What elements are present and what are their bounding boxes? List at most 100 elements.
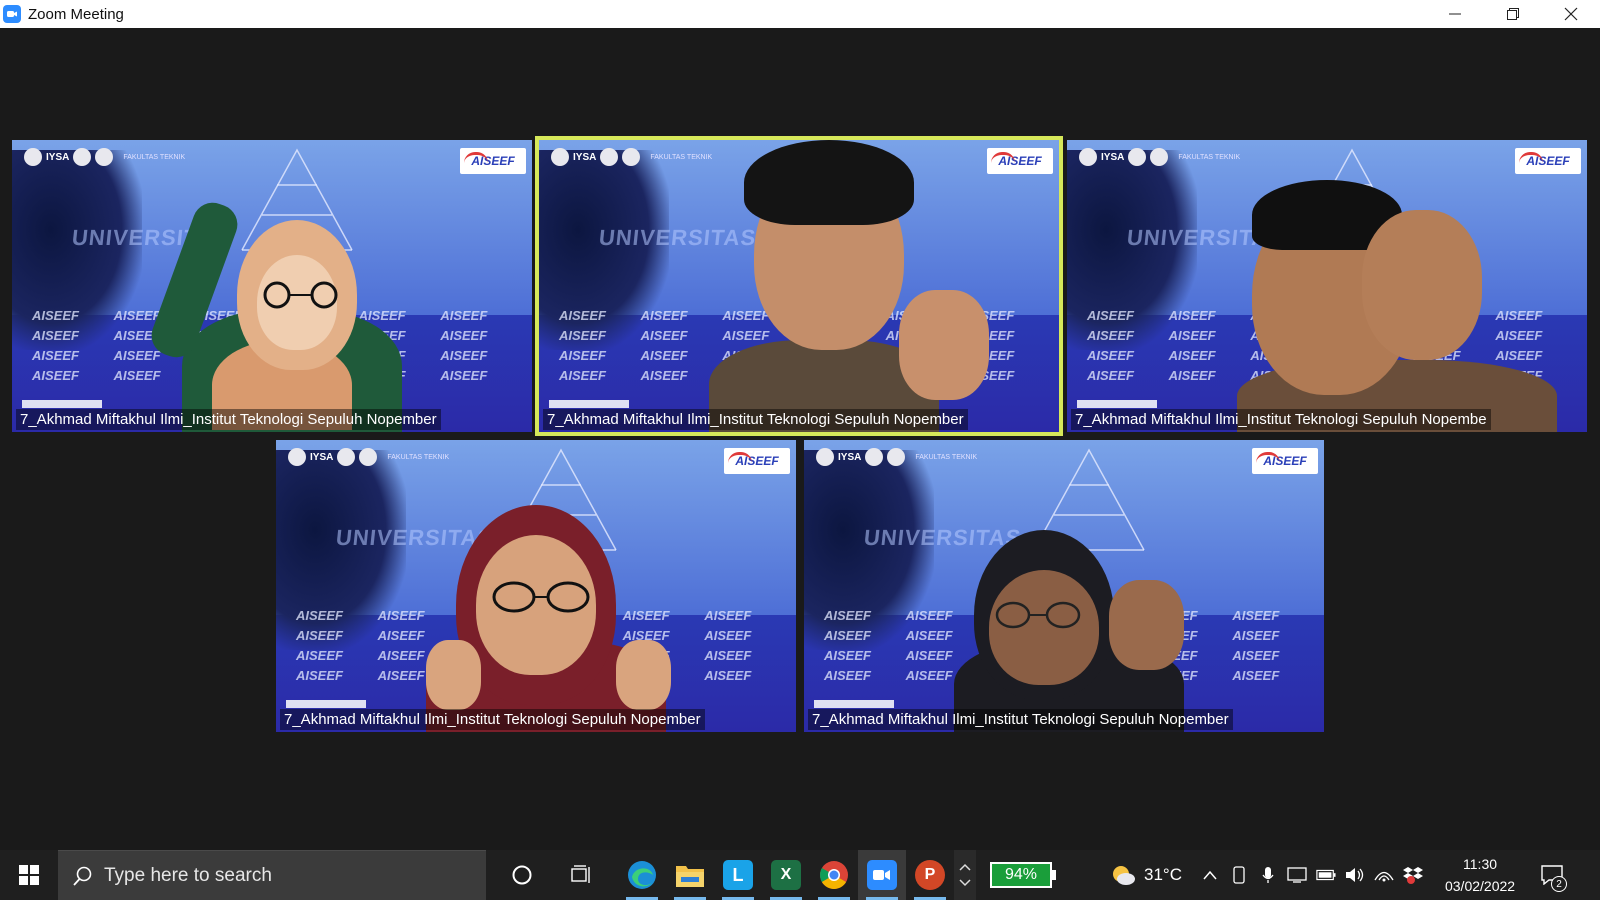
chrome-taskbar-button[interactable]	[810, 850, 858, 900]
battery-percentage-widget[interactable]: 94%	[990, 862, 1056, 888]
notification-center-button[interactable]: 2	[1537, 850, 1568, 900]
show-hidden-icons-button[interactable]	[1200, 865, 1220, 885]
window-controls	[1426, 0, 1600, 28]
university-seal-icon	[1128, 148, 1147, 166]
dropbox-tray-button[interactable]	[1402, 865, 1423, 885]
restore-button[interactable]	[1484, 0, 1542, 28]
iysa-logo-icon	[24, 148, 42, 166]
university-seal-icon	[600, 148, 619, 166]
faculty-seal-icon	[887, 448, 906, 466]
zoom-app-icon	[3, 5, 21, 23]
start-button[interactable]	[0, 850, 58, 900]
device-icon	[1233, 866, 1245, 884]
volume-tray-button[interactable]	[1345, 865, 1365, 885]
taskbar-clock[interactable]: 11:30 03/02/2022	[1445, 853, 1515, 897]
participant-name-label: 7_Akhmad Miftakhul Ilmi_Institut Teknolo…	[1071, 409, 1491, 430]
partly-cloudy-icon	[1113, 866, 1135, 885]
clock-date: 03/02/2022	[1444, 878, 1516, 894]
microphone-icon	[1262, 867, 1274, 883]
restore-icon	[1507, 8, 1519, 20]
chevron-up-icon	[959, 863, 971, 871]
l-app-taskbar-button[interactable]: L	[714, 850, 762, 900]
task-view-icon	[571, 865, 590, 883]
minimize-icon	[1449, 13, 1461, 15]
sponsor-logos: IYSA FAKULTAS TEKNIK	[1079, 148, 1240, 166]
participant-name-label: 7_Akhmad Miftakhul Ilmi_Institut Teknolo…	[543, 409, 968, 430]
task-view-button[interactable]	[558, 850, 606, 900]
excel-icon: X	[771, 860, 801, 890]
l-app-icon: L	[723, 860, 753, 890]
zoom-icon	[867, 860, 897, 890]
powerpoint-taskbar-button[interactable]: P	[906, 850, 954, 900]
active-speaker-video-tile[interactable]: UNIVERSITAS IYSA FAKULTAS TEKNIK AISEEF …	[535, 136, 1063, 436]
participant-name-label: 7_Akhmad Miftakhul Ilmi_Institut Teknolo…	[808, 709, 1233, 730]
participant-name-label: 7_Akhmad Miftakhul Ilmi_Institut Teknolo…	[16, 409, 441, 430]
university-seal-icon	[73, 148, 92, 166]
zoom-taskbar-button[interactable]	[858, 850, 906, 900]
iysa-logo-icon	[1079, 148, 1097, 166]
iysa-logo-icon	[288, 448, 306, 466]
temperature-label: 31°C	[1144, 865, 1182, 884]
chevron-down-icon	[959, 879, 971, 887]
powerpoint-icon: P	[915, 860, 945, 890]
meeting-gallery: UNIVERSITAS IYSA FAKULTAS TEKNIK AISEEF …	[0, 28, 1600, 850]
faculty-seal-icon	[1150, 148, 1169, 166]
file-explorer-icon	[676, 866, 704, 887]
taskbar-scroll[interactable]	[954, 850, 976, 900]
display-icon	[1287, 867, 1307, 883]
excel-taskbar-button[interactable]: X	[762, 850, 810, 900]
notification-count-badge: 2	[1551, 876, 1568, 892]
file-explorer-taskbar-button[interactable]	[666, 850, 714, 900]
cortana-button[interactable]	[498, 850, 546, 900]
chrome-icon	[820, 861, 848, 889]
network-tray-button[interactable]	[1374, 865, 1394, 885]
aiseef-brand-logo: AISEEF	[724, 448, 790, 474]
faculty-seal-icon	[622, 148, 641, 166]
title-bar: Zoom Meeting	[0, 0, 1600, 28]
university-seal-icon	[337, 448, 356, 466]
dropbox-icon	[1402, 867, 1423, 884]
close-button[interactable]	[1542, 0, 1600, 28]
battery-tray-button[interactable]	[1316, 865, 1336, 885]
background-watermark: UNIVERSITAS	[862, 525, 1023, 550]
sponsor-logos: IYSA FAKULTAS TEKNIK	[816, 448, 977, 466]
aiseef-brand-logo: AISEEF	[460, 148, 526, 174]
taskbar-search-box[interactable]	[58, 850, 486, 900]
windows-start-icon	[19, 865, 39, 885]
participant-video-tile[interactable]: UNIVERSITAS IYSA FAKULTAS TEKNIK AISEEF …	[276, 440, 796, 732]
aiseef-brand-logo: AISEEF	[987, 148, 1053, 174]
participant-video-tile[interactable]: UNIVERSITAS IYSA FAKULTAS TEKNIK AISEEF …	[1067, 140, 1587, 432]
cortana-icon	[512, 865, 532, 885]
weather-widget[interactable]: 31°C	[1110, 864, 1182, 886]
aiseef-brand-logo: AISEEF	[1515, 148, 1581, 174]
iysa-logo-icon	[551, 148, 569, 166]
sponsor-logos: IYSA FAKULTAS TEKNIK	[288, 448, 449, 466]
faculty-seal-icon	[95, 148, 114, 166]
search-input[interactable]	[104, 864, 464, 887]
minimize-button[interactable]	[1426, 0, 1484, 28]
battery-icon	[1316, 869, 1336, 881]
participant-video-tile[interactable]: UNIVERSITAS IYSA FAKULTAS TEKNIK AISEEF …	[12, 140, 532, 432]
display-tray-button[interactable]	[1287, 865, 1307, 885]
clock-time: 11:30	[1463, 856, 1498, 872]
sponsor-logos: IYSA FAKULTAS TEKNIK	[24, 148, 185, 166]
chevron-up-icon	[1203, 870, 1217, 880]
iysa-logo-icon	[816, 448, 834, 466]
system-tray	[1200, 865, 1423, 885]
edge-icon	[628, 861, 656, 889]
windows-taskbar: L X P 94% 31°C	[0, 850, 1600, 900]
edge-taskbar-button[interactable]	[618, 850, 666, 900]
wifi-icon	[1374, 871, 1394, 882]
faculty-seal-icon	[359, 448, 378, 466]
participant-video-tile[interactable]: UNIVERSITAS IYSA FAKULTAS TEKNIK AISEEF …	[804, 440, 1324, 732]
microphone-tray-button[interactable]	[1258, 865, 1278, 885]
aiseef-brand-logo: AISEEF	[1252, 448, 1318, 474]
search-icon	[73, 866, 92, 886]
window-title: Zoom Meeting	[28, 5, 124, 23]
background-watermark: UNIVERSITAS	[597, 225, 758, 250]
participant-name-label: 7_Akhmad Miftakhul Ilmi_Institut Teknolo…	[280, 709, 705, 730]
device-tray-button[interactable]	[1229, 865, 1249, 885]
sponsor-logos: IYSA FAKULTAS TEKNIK	[551, 148, 712, 166]
volume-icon	[1345, 868, 1364, 882]
university-seal-icon	[865, 448, 884, 466]
